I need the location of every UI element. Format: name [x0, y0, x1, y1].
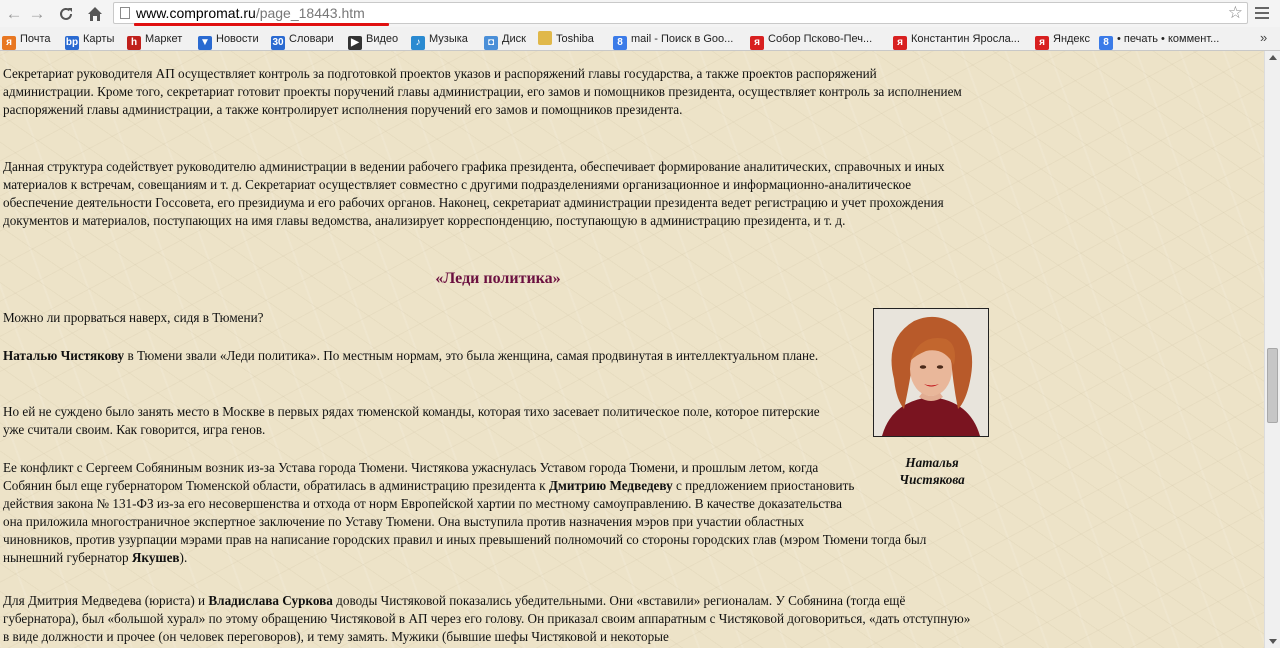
paragraph-structure: Данная структура содействует руководител… — [3, 159, 945, 228]
page-content: Секретариат руководителя АП осуществляет… — [0, 51, 1264, 648]
bookmark-label: Константин Яросла... — [911, 33, 1020, 45]
url-host: www.compromat.ru — [136, 5, 256, 21]
bookmark-label: Почта — [20, 33, 51, 45]
yandex-icon: я — [750, 36, 764, 50]
bookmark-item[interactable]: я Собор Псково-Печ... — [750, 31, 873, 50]
bookmark-item[interactable]: 8 • печать • коммент... — [1099, 31, 1220, 50]
bookmark-star-icon[interactable]: ☆ — [1228, 3, 1243, 23]
back-arrow-icon[interactable]: ← — [3, 3, 25, 25]
paragraph-question: Можно ли прорваться наверх, сидя в Тюмен… — [3, 310, 264, 325]
bookmark-label: Диск — [502, 33, 526, 45]
address-bar[interactable]: www.compromat.ru/page_18443.htm ☆ — [113, 2, 1248, 26]
market-icon: h — [127, 36, 141, 50]
bookmark-item[interactable]: ▼ Новости — [198, 31, 259, 50]
home-icon[interactable] — [84, 3, 106, 25]
bookmark-label: Яндекс — [1053, 33, 1090, 45]
bookmark-item[interactable]: ◘ Диск — [484, 31, 526, 50]
person-name-yakushev: Якушев — [131, 550, 180, 565]
url-highlight-underline — [134, 23, 389, 26]
disk-icon: ◘ — [484, 36, 498, 50]
vertical-scrollbar[interactable] — [1264, 51, 1280, 648]
portrait-image — [874, 309, 988, 436]
folder-icon — [538, 31, 552, 45]
mail-icon: я — [2, 36, 16, 50]
photo-caption: Наталья Чистякова — [899, 455, 965, 487]
paragraph-moscow: Но ей не суждено было занять место в Мос… — [3, 404, 820, 437]
video-icon: ▶ — [348, 36, 362, 50]
bookmark-label: Маркет — [145, 33, 183, 45]
paragraph-conflict: Ее конфликт с Сергеем Собяниным возник и… — [3, 459, 965, 567]
bookmark-label: • печать • коммент... — [1117, 33, 1220, 45]
bookmark-item[interactable]: Toshiba — [538, 31, 594, 47]
scrollbar-thumb[interactable] — [1267, 348, 1278, 423]
bookmark-item[interactable]: 8 mail - Поиск в Goo... — [613, 31, 734, 50]
person-name-surkov: Владислава Суркова — [208, 593, 333, 608]
paragraph-text: в Тюмени звали «Леди политика». По местн… — [124, 348, 819, 363]
portrait-photo — [873, 308, 989, 437]
page-icon — [120, 7, 130, 19]
bookmark-item[interactable]: я Яндекс — [1035, 31, 1090, 50]
bookmark-label: Toshiba — [556, 33, 594, 45]
paragraph-text: Для Дмитрия Медведева (юриста) и — [3, 593, 209, 608]
menu-icon[interactable] — [1252, 4, 1272, 24]
person-name-medvedev: Дмитрию Медведеву — [548, 478, 673, 493]
google-icon: 8 — [1099, 36, 1113, 50]
bookmark-label: Видео — [366, 33, 399, 45]
news-icon: ▼ — [198, 36, 212, 50]
bookmark-label: Музыка — [429, 33, 468, 45]
bookmark-item[interactable]: 30 Словари — [271, 31, 334, 50]
url-path: /page_18443.htm — [255, 5, 365, 21]
dictionary-icon: 30 — [271, 36, 285, 50]
paragraph-lady-politics: Наталью Чистякову в Тюмени звали «Леди п… — [3, 347, 833, 365]
bookmark-label: Новости — [216, 33, 259, 45]
bookmarks-bar: » я Почта bp Карты h Маркет ▼ Новости 30 Словари ▶… — [0, 27, 1280, 51]
reload-icon[interactable] — [55, 3, 77, 25]
bookmark-label: Собор Псково-Печ... — [768, 33, 873, 45]
bookmark-item[interactable]: h Маркет — [127, 31, 183, 50]
browser-toolbar: ← → www.compromat.ru/page_18443.htm ☆ — [0, 0, 1280, 27]
yandex-icon: я — [893, 36, 907, 50]
bookmark-item[interactable]: ▶ Видео — [348, 31, 399, 50]
scroll-down-arrow-icon[interactable] — [1269, 639, 1277, 644]
bookmark-item[interactable]: я Константин Яросла... — [893, 31, 1020, 50]
scroll-up-arrow-icon[interactable] — [1269, 55, 1277, 60]
bookmark-label: Карты — [83, 33, 115, 45]
person-name-chistyakova: Наталью Чистякову — [3, 348, 125, 363]
bookmark-item[interactable]: bp Карты — [65, 31, 115, 50]
paragraph-text: ). — [179, 550, 188, 565]
music-icon: ♪ — [411, 36, 425, 50]
yandex-icon: я — [1035, 36, 1049, 50]
google-icon: 8 — [613, 36, 627, 50]
bookmark-label: Словари — [289, 33, 334, 45]
bookmark-item[interactable]: ♪ Музыка — [411, 31, 468, 50]
url-text[interactable]: www.compromat.ru/page_18443.htm — [136, 5, 365, 22]
forward-arrow-icon[interactable]: → — [26, 3, 48, 25]
paragraph-secretariat-control: Секретариат руководителя АП осуществляет… — [3, 66, 962, 117]
bookmark-label: mail - Поиск в Goo... — [631, 33, 734, 45]
paragraph-medvedev-surkov: Для Дмитрия Медведева (юриста) и Владисл… — [3, 592, 975, 646]
bookmark-item[interactable]: я Почта — [2, 31, 51, 50]
bookmarks-overflow-button[interactable]: » — [1260, 30, 1267, 45]
section-heading: «Леди политика» — [435, 270, 561, 287]
maps-icon: bp — [65, 36, 79, 50]
